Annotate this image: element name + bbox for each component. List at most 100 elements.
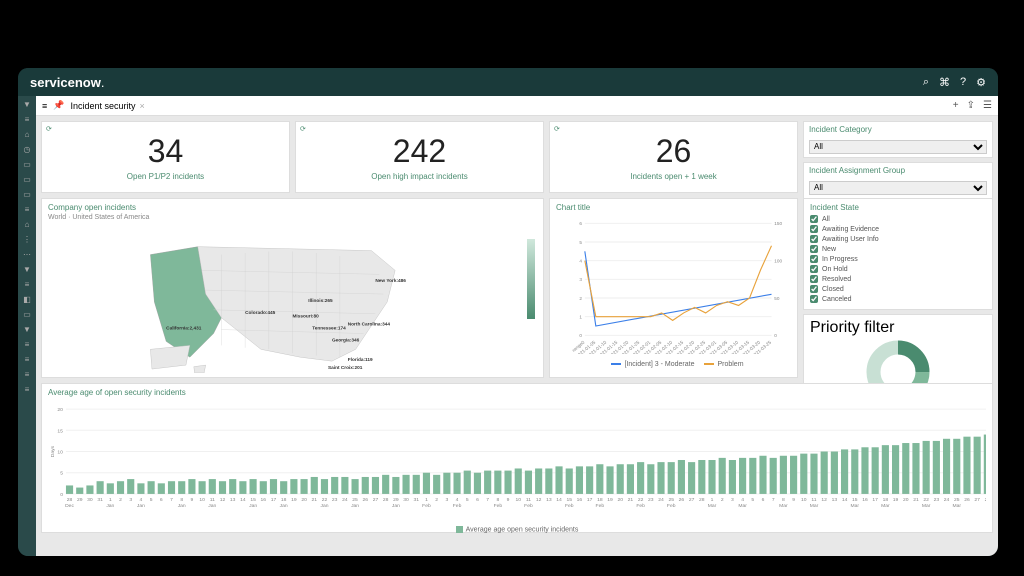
bar[interactable]	[719, 458, 726, 494]
bar[interactable]	[464, 471, 471, 494]
bar[interactable]	[209, 479, 216, 494]
bar[interactable]	[872, 447, 879, 494]
bar[interactable]	[423, 473, 430, 494]
group-select[interactable]: All	[809, 181, 987, 195]
bar[interactable]	[555, 466, 562, 494]
bar[interactable]	[780, 456, 787, 494]
bar[interactable]	[290, 479, 297, 494]
bar[interactable]	[596, 464, 603, 494]
sidebar-caret-icon[interactable]: ▼	[22, 265, 32, 275]
chat-icon[interactable]: ⌘	[939, 76, 950, 89]
bar[interactable]	[270, 479, 277, 494]
bar[interactable]	[984, 435, 986, 494]
map-state-label[interactable]: Georgia:346	[332, 337, 360, 343]
checkbox[interactable]	[810, 235, 818, 243]
sidebar-misc4-icon[interactable]: ≡	[22, 385, 32, 395]
bar[interactable]	[127, 479, 134, 494]
add-button[interactable]: +	[953, 100, 959, 111]
bar[interactable]	[974, 437, 981, 494]
bar[interactable]	[158, 483, 165, 494]
bar[interactable]	[729, 460, 736, 494]
bar[interactable]	[923, 441, 930, 494]
bar[interactable]	[352, 479, 359, 494]
bar[interactable]	[627, 464, 634, 494]
sidebar-dots-icon[interactable]: ⋯	[22, 250, 32, 260]
bar[interactable]	[239, 481, 246, 494]
sidebar-group-icon[interactable]: ≡	[22, 280, 32, 290]
checkbox[interactable]	[810, 285, 818, 293]
sidebar-doc-icon[interactable]: ▭	[22, 160, 32, 170]
bar[interactable]	[311, 477, 318, 494]
state-checkbox[interactable]: Awaiting Evidence	[810, 225, 986, 233]
state-checkbox[interactable]: Closed	[810, 285, 986, 293]
map-breadcrumb[interactable]: World · United States of America	[48, 214, 537, 221]
line-chart[interactable]: 0123456050100150range02021-01-052021-01-…	[556, 214, 791, 354]
checkbox[interactable]	[810, 295, 818, 303]
bar[interactable]	[698, 460, 705, 494]
bar[interactable]	[178, 481, 185, 494]
bar[interactable]	[851, 449, 858, 494]
sidebar-book-icon[interactable]: ▭	[22, 190, 32, 200]
bar[interactable]	[545, 468, 552, 493]
state-checkbox[interactable]: All	[810, 215, 986, 223]
bar[interactable]	[402, 475, 409, 494]
bar[interactable]	[362, 477, 369, 494]
checkbox[interactable]	[810, 255, 818, 263]
bar[interactable]	[280, 481, 287, 494]
bar[interactable]	[800, 454, 807, 494]
bar[interactable]	[790, 456, 797, 494]
bar[interactable]	[474, 473, 481, 494]
map-state-label[interactable]: Colorado:445	[245, 310, 276, 316]
share-button[interactable]: ⇪	[967, 100, 975, 111]
bar[interactable]	[576, 466, 583, 494]
sidebar-settings-icon[interactable]: ▭	[22, 310, 32, 320]
bar[interactable]	[260, 481, 267, 494]
bar[interactable]	[76, 488, 83, 494]
sidebar-filter-icon[interactable]: ▼	[22, 100, 32, 110]
search-icon[interactable]: ⌕	[923, 76, 929, 89]
bar[interactable]	[494, 471, 501, 494]
bar[interactable]	[647, 464, 654, 494]
state-checkbox[interactable]: Canceled	[810, 295, 986, 303]
bar[interactable]	[657, 462, 664, 494]
bar[interactable]	[749, 458, 756, 494]
us-map[interactable]: California:2,431Colorado:445Missouri:80I…	[48, 223, 537, 373]
bar[interactable]	[535, 468, 542, 493]
kpi-high-impact[interactable]: ⟳ 242 Open high impact incidents	[295, 121, 544, 193]
bar[interactable]	[504, 471, 511, 494]
bar[interactable]	[892, 445, 899, 494]
adjust-button[interactable]: ☰	[983, 100, 992, 111]
bar[interactable]	[321, 479, 328, 494]
checkbox[interactable]	[810, 265, 818, 273]
hamburger-icon[interactable]: ≡	[42, 101, 47, 111]
bar[interactable]	[566, 468, 573, 493]
bar[interactable]	[443, 473, 450, 494]
checkbox[interactable]	[810, 225, 818, 233]
bar[interactable]	[66, 485, 73, 493]
sidebar-misc2-icon[interactable]: ≡	[22, 355, 32, 365]
bar[interactable]	[107, 483, 114, 494]
refresh-icon[interactable]: ⟳	[300, 125, 306, 133]
sidebar-folder-icon[interactable]: ▭	[22, 175, 32, 185]
sidebar-list-icon[interactable]: ≡	[22, 115, 32, 125]
bar[interactable]	[708, 460, 715, 494]
state-checkbox[interactable]: On Hold	[810, 265, 986, 273]
bar[interactable]	[606, 466, 613, 494]
checkbox[interactable]	[810, 245, 818, 253]
help-icon[interactable]: ?	[960, 76, 966, 89]
bar[interactable]	[668, 462, 675, 494]
bar[interactable]	[382, 475, 389, 494]
bar[interactable]	[831, 452, 838, 494]
state-checkbox[interactable]: Resolved	[810, 275, 986, 283]
sidebar-tree-icon[interactable]: ⋮	[22, 235, 32, 245]
bar[interactable]	[137, 483, 144, 494]
bar[interactable]	[484, 471, 491, 494]
map-state-label[interactable]: New York:486	[375, 278, 406, 284]
bar[interactable]	[688, 462, 695, 494]
bar[interactable]	[433, 475, 440, 494]
checkbox[interactable]	[810, 215, 818, 223]
bar[interactable]	[413, 475, 420, 494]
bar[interactable]	[219, 481, 226, 494]
sidebar-tag-icon[interactable]: ◧	[22, 295, 32, 305]
bar[interactable]	[148, 481, 155, 494]
